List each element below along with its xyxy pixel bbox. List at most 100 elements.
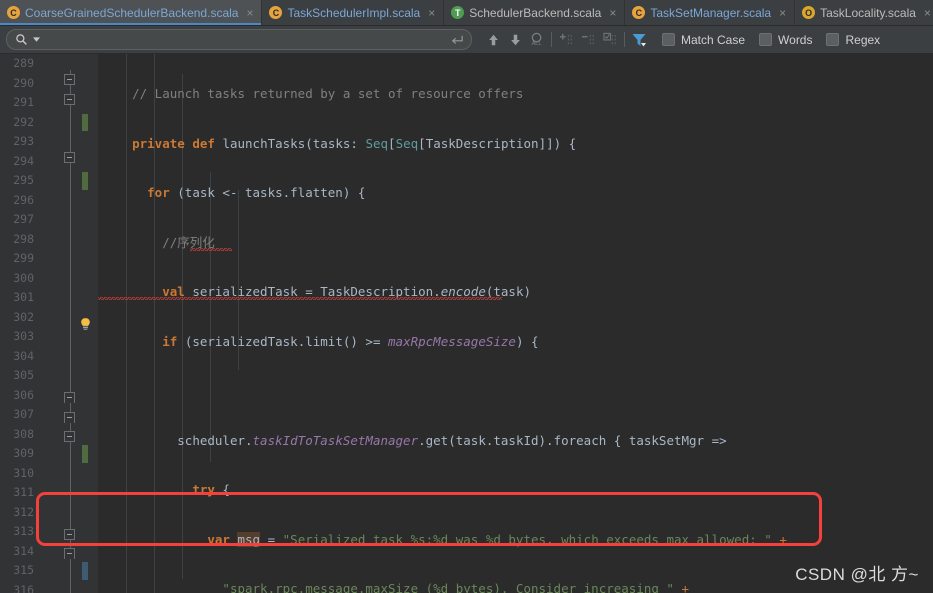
- line-number: 309: [0, 444, 40, 464]
- code-line[interactable]: private def launchTasks(tasks: Seq[Seq[T…: [98, 134, 933, 154]
- select-all-occurrences-icon[interactable]: ALL: [526, 29, 548, 51]
- code-line[interactable]: var msg = "Serialized task %s:%d was %d …: [98, 530, 933, 550]
- tab-label: TaskLocality.scala: [820, 6, 916, 20]
- tab-label: TaskSchedulerImpl.scala: [287, 6, 420, 20]
- line-number: 302: [0, 308, 40, 328]
- select-occurrences-icon[interactable]: [599, 29, 621, 51]
- tab-task-scheduler-impl[interactable]: C TaskSchedulerImpl.scala ×: [262, 0, 444, 25]
- tab-task-locality[interactable]: O TaskLocality.scala ×: [795, 0, 933, 25]
- search-icon: [13, 32, 29, 48]
- tab-close-icon[interactable]: ×: [428, 7, 435, 19]
- code-folding-rail[interactable]: [64, 54, 77, 593]
- code-line[interactable]: [98, 381, 933, 401]
- vcs-change-marker[interactable]: [82, 172, 88, 190]
- svg-text:ALL: ALL: [531, 41, 541, 47]
- vcs-change-marker[interactable]: [82, 562, 88, 580]
- find-toolbar: ALL Match Case Words Regex: [0, 26, 933, 54]
- checkbox-box: [759, 33, 772, 46]
- code-editor[interactable]: 2892902912922932942952962972982993003013…: [0, 54, 933, 593]
- intention-bulb-icon[interactable]: [78, 317, 93, 332]
- tab-label: TaskSetManager.scala: [650, 6, 771, 20]
- fold-marker[interactable]: [64, 94, 75, 105]
- toolbar-separator: [551, 32, 552, 47]
- line-number-column: 2892902912922932942952962972982993003013…: [0, 54, 40, 593]
- line-number: 295: [0, 171, 40, 191]
- line-number: 291: [0, 93, 40, 113]
- toolbar-separator: [624, 32, 625, 47]
- vcs-change-marker[interactable]: [82, 445, 88, 463]
- checkbox-box: [826, 33, 839, 46]
- tab-label: CoarseGrainedSchedulerBackend.scala: [25, 6, 238, 20]
- search-field-container[interactable]: [6, 29, 472, 50]
- fold-marker[interactable]: [64, 431, 75, 442]
- tab-label: SchedulerBackend.scala: [469, 6, 601, 20]
- filter-icon[interactable]: [628, 29, 650, 51]
- scala-object-icon: O: [802, 6, 815, 19]
- fold-end-marker[interactable]: [64, 412, 75, 423]
- tab-task-set-manager[interactable]: C TaskSetManager.scala ×: [625, 0, 795, 25]
- search-input[interactable]: [43, 33, 446, 47]
- code-line[interactable]: // Launch tasks returned by a set of res…: [98, 84, 933, 104]
- tab-close-icon[interactable]: ×: [609, 7, 616, 19]
- fold-marker[interactable]: [64, 152, 75, 163]
- checkbox-box: [662, 33, 675, 46]
- line-number: 316: [0, 581, 40, 593]
- code-line[interactable]: try {: [98, 480, 933, 500]
- code-line[interactable]: val serializedTask = TaskDescription.enc…: [98, 282, 933, 302]
- find-options-group: Match Case Words Regex: [662, 33, 880, 47]
- fold-end-marker[interactable]: [64, 548, 75, 559]
- line-number: 294: [0, 152, 40, 172]
- add-occurrence-icon[interactable]: [555, 29, 577, 51]
- match-case-label: Match Case: [681, 33, 745, 47]
- tab-close-icon[interactable]: ×: [246, 7, 253, 19]
- line-number: 296: [0, 191, 40, 211]
- tab-close-icon[interactable]: ×: [924, 7, 931, 19]
- line-number: 310: [0, 464, 40, 484]
- line-number: 303: [0, 327, 40, 347]
- line-number: 311: [0, 483, 40, 503]
- enter-icon[interactable]: [449, 32, 465, 48]
- line-number: 308: [0, 425, 40, 445]
- code-line[interactable]: //序列化: [98, 233, 933, 253]
- line-number: 290: [0, 74, 40, 94]
- line-number: 289: [0, 54, 40, 74]
- fold-end-marker[interactable]: [64, 392, 75, 403]
- line-number: 297: [0, 210, 40, 230]
- code-content[interactable]: // Launch tasks returned by a set of res…: [98, 54, 933, 593]
- fold-marker[interactable]: [64, 529, 75, 540]
- line-number: 293: [0, 132, 40, 152]
- code-line[interactable]: if (serializedTask.limit() >= maxRpcMess…: [98, 332, 933, 352]
- tab-coarse-grained-scheduler-backend[interactable]: C CoarseGrainedSchedulerBackend.scala ×: [0, 0, 262, 25]
- match-case-checkbox[interactable]: Match Case: [662, 33, 745, 47]
- line-number: 314: [0, 542, 40, 562]
- tab-close-icon[interactable]: ×: [779, 7, 786, 19]
- line-number: 307: [0, 405, 40, 425]
- line-number: 300: [0, 269, 40, 289]
- words-checkbox[interactable]: Words: [759, 33, 812, 47]
- editor-tab-bar: C CoarseGrainedSchedulerBackend.scala × …: [0, 0, 933, 26]
- regex-checkbox[interactable]: Regex: [826, 33, 880, 47]
- fold-marker[interactable]: [64, 74, 75, 85]
- tab-scheduler-backend[interactable]: T SchedulerBackend.scala ×: [444, 0, 625, 25]
- line-number: 298: [0, 230, 40, 250]
- line-number: 305: [0, 366, 40, 386]
- line-number: 299: [0, 249, 40, 269]
- scala-class-icon: C: [7, 6, 20, 19]
- scala-class-icon: C: [632, 6, 645, 19]
- line-number: 313: [0, 522, 40, 542]
- watermark: CSDN @北 方~: [795, 560, 919, 585]
- find-next-icon[interactable]: [504, 29, 526, 51]
- editor-gutter[interactable]: 2892902912922932942952962972982993003013…: [0, 54, 98, 593]
- words-label: Words: [778, 33, 812, 47]
- line-number: 312: [0, 503, 40, 523]
- code-line[interactable]: for (task <- tasks.flatten) {: [98, 183, 933, 203]
- scala-class-icon: C: [269, 6, 282, 19]
- line-number: 306: [0, 386, 40, 406]
- find-previous-icon[interactable]: [482, 29, 504, 51]
- remove-occurrence-icon[interactable]: [577, 29, 599, 51]
- line-number: 304: [0, 347, 40, 367]
- vcs-change-marker[interactable]: [82, 114, 88, 132]
- code-line[interactable]: scheduler.taskIdToTaskSetManager.get(tas…: [98, 431, 933, 451]
- chevron-down-icon[interactable]: [32, 32, 40, 48]
- line-number: 301: [0, 288, 40, 308]
